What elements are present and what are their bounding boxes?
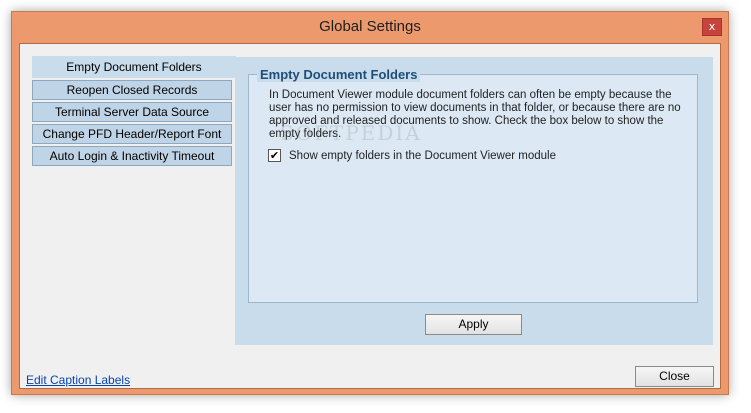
apply-button[interactable]: Apply xyxy=(425,314,522,335)
edit-caption-labels-link[interactable]: Edit Caption Labels xyxy=(26,373,130,387)
close-button[interactable]: Close xyxy=(635,366,714,387)
settings-content-panel: Empty Document Folders In Document Viewe… xyxy=(235,57,713,345)
empty-folders-groupbox: Empty Document Folders In Document Viewe… xyxy=(248,67,698,303)
global-settings-window: Global Settings x Empty Document Folders… xyxy=(11,11,729,395)
show-empty-folders-label[interactable]: Show empty folders in the Document Viewe… xyxy=(289,150,556,162)
close-window-icon[interactable]: x xyxy=(702,18,722,36)
window-title: Global Settings xyxy=(319,18,421,35)
sidebar-item-reopen-closed-records[interactable]: Reopen Closed Records xyxy=(32,80,232,100)
sidebar-item-terminal-server-data-source[interactable]: Terminal Server Data Source xyxy=(32,102,232,122)
show-empty-folders-option[interactable]: ✔ Show empty folders in the Document Vie… xyxy=(268,149,556,162)
sidebar-item-auto-login-inactivity-timeout[interactable]: Auto Login & Inactivity Timeout xyxy=(32,146,232,166)
title-bar[interactable]: Global Settings x xyxy=(12,12,728,44)
group-title: Empty Document Folders xyxy=(257,67,421,82)
sidebar-item-empty-document-folders[interactable]: Empty Document Folders xyxy=(32,56,236,78)
show-empty-folders-checkbox[interactable]: ✔ xyxy=(268,149,281,162)
softpedia-watermark: SOFTPEDIA xyxy=(280,121,422,145)
dialog-client-area: Empty Document Folders Reopen Closed Rec… xyxy=(19,43,721,389)
settings-sidebar: Empty Document Folders Reopen Closed Rec… xyxy=(32,56,236,168)
sidebar-item-change-pfd-header-report-font[interactable]: Change PFD Header/Report Font xyxy=(32,124,232,144)
